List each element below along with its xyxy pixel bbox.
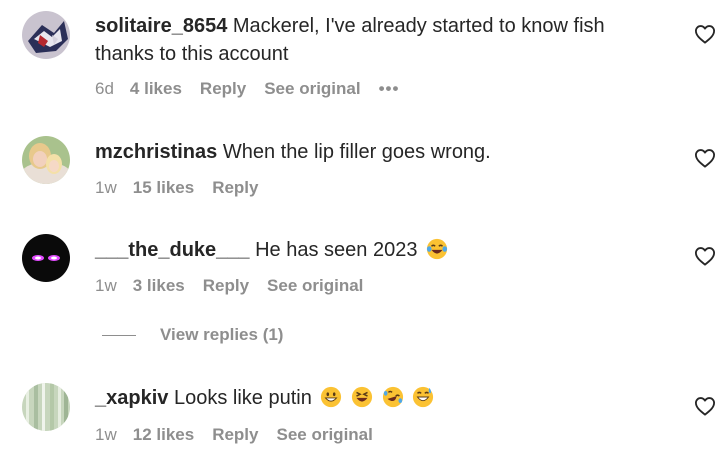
see-original-button[interactable]: See original [267, 276, 363, 296]
tears-of-joy-emoji-icon [426, 238, 448, 260]
comment-text-line: _xapkiv Looks like putin [95, 384, 655, 412]
avatar[interactable] [22, 234, 70, 282]
reply-button[interactable]: Reply [203, 276, 249, 296]
heart-icon[interactable] [694, 148, 716, 168]
username[interactable]: ___the_duke___ [95, 239, 250, 261]
reply-button[interactable]: Reply [212, 178, 258, 198]
avatar[interactable] [22, 11, 70, 59]
comment-meta: 6d 4 likes Reply See original ••• [95, 79, 399, 99]
comment-text-line: mzchristinas When the lip filler goes wr… [95, 138, 655, 166]
comment-text-line: ___the_duke___ He has seen 2023 [95, 236, 655, 264]
reply-button[interactable]: Reply [200, 79, 246, 99]
view-replies-button[interactable]: View replies (1) [102, 325, 283, 345]
grinning-squinting-face-emoji-icon [351, 386, 373, 408]
likes-count[interactable]: 3 likes [133, 276, 185, 296]
comment-text: He has seen 2023 [255, 239, 418, 261]
reply-button[interactable]: Reply [212, 425, 258, 445]
likes-count[interactable]: 12 likes [133, 425, 194, 445]
comment-meta: 1w 12 likes Reply See original [95, 425, 391, 445]
avatar[interactable] [22, 383, 70, 431]
comment-text: Looks like putin [173, 387, 312, 409]
heart-icon[interactable] [694, 246, 716, 266]
comment-meta: 1w 3 likes Reply See original [95, 276, 381, 296]
timestamp: 6d [95, 79, 114, 98]
view-replies-label[interactable]: View replies (1) [160, 325, 283, 345]
heart-icon[interactable] [694, 24, 716, 44]
comment-meta: 1w 15 likes Reply [95, 178, 276, 198]
comment-text: When the lip filler goes wrong. [222, 141, 491, 163]
likes-count[interactable]: 4 likes [130, 79, 182, 99]
replies-divider [102, 334, 136, 336]
comment-text-line: solitaire_8654 Mackerel, I've already st… [95, 12, 655, 68]
rolling-on-floor-laughing-emoji-icon [382, 386, 404, 408]
timestamp: 1w [95, 178, 117, 197]
see-original-button[interactable]: See original [264, 79, 360, 99]
timestamp: 1w [95, 425, 117, 444]
more-options-icon[interactable]: ••• [379, 79, 400, 99]
timestamp: 1w [95, 276, 117, 295]
avatar[interactable] [22, 136, 70, 184]
username[interactable]: mzchristinas [95, 141, 217, 163]
grinning-face-emoji-icon [320, 386, 342, 408]
see-original-button[interactable]: See original [276, 425, 372, 445]
grinning-sweat-emoji-icon [412, 386, 434, 408]
username[interactable]: solitaire_8654 [95, 15, 227, 37]
heart-icon[interactable] [694, 396, 716, 416]
username[interactable]: _xapkiv [95, 387, 168, 409]
likes-count[interactable]: 15 likes [133, 178, 194, 198]
